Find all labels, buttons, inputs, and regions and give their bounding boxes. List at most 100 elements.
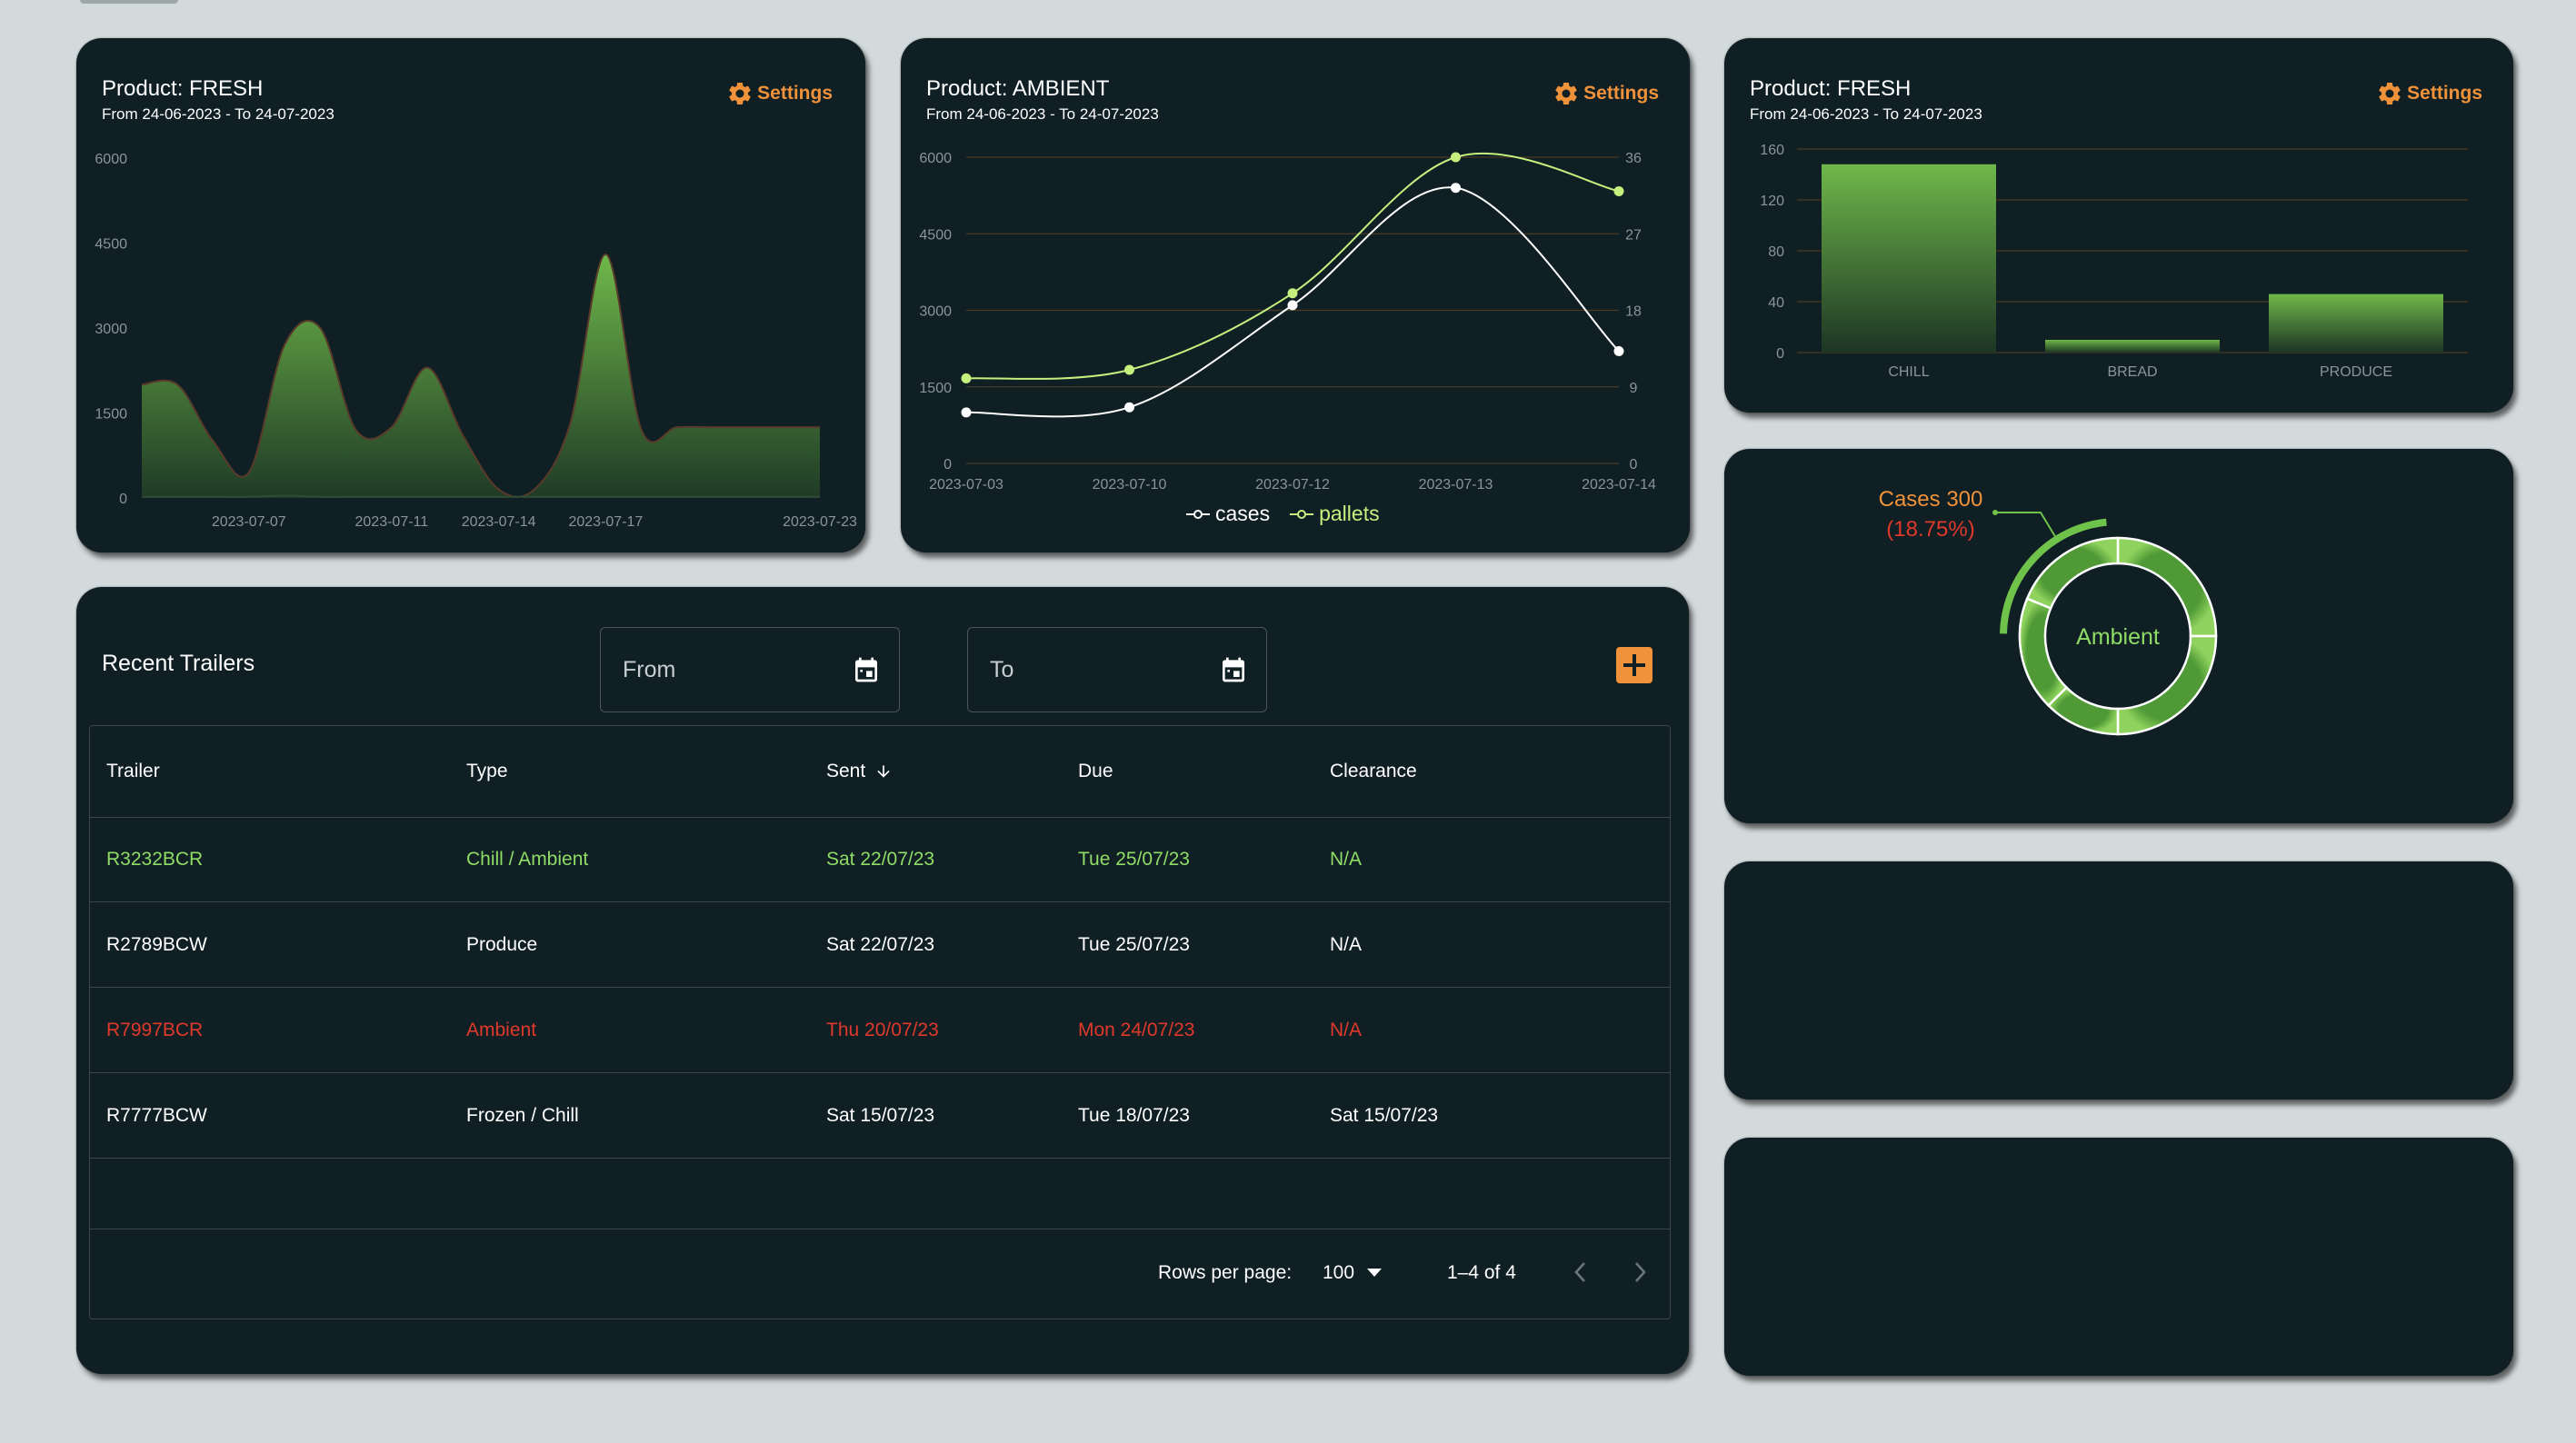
x-tick-label: 2023-07-07	[212, 514, 286, 530]
y-tick-label: 0	[944, 457, 952, 473]
column-header-trailer[interactable]: Trailer	[106, 761, 160, 782]
table-empty-row	[90, 1159, 1670, 1229]
donut-slice	[2018, 597, 2069, 708]
area-series-fill	[142, 254, 820, 498]
top-tab-stub	[80, 0, 178, 4]
y2-tick-label: 36	[1625, 151, 1642, 166]
series-point-pallets	[1124, 364, 1134, 375]
cell-type: Ambient	[466, 1019, 537, 1040]
cell-due: Mon 24/07/23	[1078, 1019, 1195, 1040]
cell-type: Chill / Ambient	[466, 848, 589, 870]
cell-due: Tue 25/07/23	[1078, 848, 1190, 870]
series-point-cases	[1287, 300, 1298, 311]
cell-trailer: R3232BCR	[106, 848, 204, 870]
x-tick-label: 2023-07-12	[1255, 477, 1330, 493]
table-row[interactable]: R7777BCW Frozen / Chill Sat 15/07/23 Tue…	[90, 1073, 1670, 1159]
from-date-field[interactable]: From	[600, 627, 900, 712]
y2-tick-label: 0	[1630, 457, 1638, 473]
legend-label: cases	[1215, 502, 1271, 525]
rows-per-page-label: Rows per page:	[1158, 1262, 1293, 1283]
empty-card	[1724, 1138, 2513, 1376]
x-tick-label: 2023-07-11	[355, 514, 429, 530]
add-box-icon[interactable]	[1616, 647, 1652, 683]
cell-clearance: N/A	[1330, 848, 1363, 870]
area-chart-card: Product: FRESH From 24-06-2023 - To 24-0…	[76, 38, 865, 552]
x-tick-label: 2023-07-14	[1582, 477, 1656, 493]
y-tick-label: 1500	[919, 381, 952, 396]
column-header-due[interactable]: Due	[1078, 761, 1113, 782]
donut-center-label: Ambient	[2076, 624, 2160, 650]
series-line-pallets	[965, 152, 1620, 380]
y-tick-label: 160	[1760, 143, 1784, 158]
line-chart: 0 1500 3000 4500 6000 0 9 18 27 36 2023-07-03 2023-…	[919, 151, 1656, 493]
cell-trailer: R2789BCW	[106, 933, 207, 955]
series-point-pallets	[1451, 152, 1461, 163]
line-marker-icon	[1186, 509, 1210, 519]
series-point-pallets	[1613, 185, 1624, 196]
legend-label: pallets	[1319, 502, 1380, 525]
y-tick-label: 0	[1776, 346, 1784, 362]
arrow-down-icon[interactable]	[874, 761, 893, 781]
donut-slice	[2116, 536, 2218, 638]
chevron-left-icon[interactable]	[1572, 1260, 1590, 1284]
y-tick-label: 6000	[95, 152, 127, 167]
bar-chart-card: Product: FRESH From 24-06-2023 - To 24-0…	[1724, 38, 2513, 413]
series-point-pallets	[1287, 288, 1298, 299]
chevron-right-icon[interactable]	[1631, 1260, 1649, 1284]
series-point-cases	[1124, 402, 1134, 413]
callout-line	[1995, 512, 2057, 539]
x-tick-label: BREAD	[2107, 364, 2157, 380]
series-point-pallets	[961, 373, 972, 383]
cell-sent: Thu 20/07/23	[826, 1019, 939, 1040]
line-marker-icon	[1290, 509, 1314, 519]
trailers-table: Trailer Type Sent Due Clearance R3232BCR…	[89, 725, 1671, 1319]
y-tick-label: 0	[119, 492, 127, 507]
callout-label: Cases 300	[1879, 487, 1983, 512]
donut-chart: Cases 300 (18.75%) Ambient	[1879, 487, 2218, 736]
calendar-icon[interactable]	[852, 655, 881, 684]
x-tick-label: 2023-07-14	[462, 514, 536, 530]
chart-legend: cases pallets	[1186, 502, 1380, 526]
recent-trailers-card: Recent Trailers From To Trailer Type Sen…	[76, 587, 1689, 1374]
x-tick-label: 2023-07-10	[1093, 477, 1167, 493]
from-date-placeholder: From	[623, 657, 676, 682]
table-row[interactable]: R7997BCR Ambient Thu 20/07/23 Mon 24/07/…	[90, 988, 1670, 1073]
line-chart-card: Product: AMBIENT From 24-06-2023 - To 24…	[901, 38, 1690, 552]
cell-type: Produce	[466, 933, 538, 955]
column-header-clearance[interactable]: Clearance	[1330, 761, 1417, 782]
cell-clearance: Sat 15/07/23	[1330, 1104, 1439, 1126]
column-header-sent[interactable]: Sent	[826, 761, 893, 782]
x-tick-label: PRODUCE	[2320, 364, 2392, 380]
to-date-field[interactable]: To	[967, 627, 1267, 712]
bar-chart: 0 40 80 120 160 CHILL BREAD PRODUCE	[1760, 143, 2468, 380]
y2-tick-label: 27	[1625, 227, 1642, 243]
empty-card	[1724, 861, 2513, 1100]
cell-sent: Sat 15/07/23	[826, 1104, 935, 1126]
column-header-label: Sent	[826, 761, 866, 781]
series-point-cases	[1613, 345, 1624, 356]
donut-chart-card: Cases 300 (18.75%) Ambient	[1724, 449, 2513, 823]
cell-trailer: R7997BCR	[106, 1019, 204, 1040]
cell-due: Tue 25/07/23	[1078, 933, 1190, 955]
cell-type: Frozen / Chill	[466, 1104, 579, 1126]
cell-due: Tue 18/07/23	[1078, 1104, 1190, 1126]
pagination-range: 1–4 of 4	[1447, 1262, 1516, 1283]
callout-percent: (18.75%)	[1886, 517, 1974, 542]
card-title: Recent Trailers	[102, 651, 255, 676]
caret-down-icon	[1367, 1269, 1383, 1277]
legend-item-pallets[interactable]: pallets	[1290, 502, 1380, 526]
column-header-type[interactable]: Type	[466, 761, 508, 782]
rows-per-page-select[interactable]: 100	[1323, 1262, 1383, 1284]
cell-clearance: N/A	[1330, 1019, 1363, 1040]
cell-sent: Sat 22/07/23	[826, 848, 935, 870]
cell-trailer: R7777BCW	[106, 1104, 207, 1126]
x-tick-label: 2023-07-03	[929, 477, 1003, 493]
table-row[interactable]: R2789BCW Produce Sat 22/07/23 Tue 25/07/…	[90, 902, 1670, 988]
callout-dot	[1992, 510, 1998, 515]
cell-sent: Sat 22/07/23	[826, 933, 935, 955]
bar-bread	[2045, 340, 2220, 353]
table-row[interactable]: R3232BCR Chill / Ambient Sat 22/07/23 Tu…	[90, 817, 1670, 902]
calendar-icon[interactable]	[1219, 655, 1248, 684]
legend-item-cases[interactable]: cases	[1186, 502, 1270, 526]
cell-clearance: N/A	[1330, 933, 1363, 955]
